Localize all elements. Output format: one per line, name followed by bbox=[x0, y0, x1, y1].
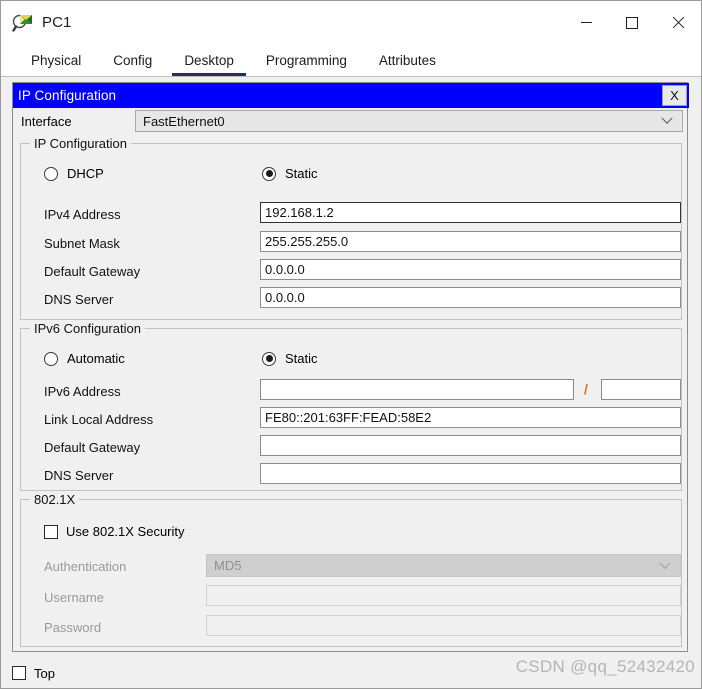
authentication-select: MD5 bbox=[206, 554, 681, 577]
subnet-mask-row: Subnet Mask 255.255.255.0 bbox=[21, 231, 681, 259]
ipv6-group-legend: IPv6 Configuration bbox=[30, 321, 145, 336]
radio-ipv4-static-indicator bbox=[262, 166, 276, 181]
ipv4-default-gateway-input[interactable]: 0.0.0.0 bbox=[260, 259, 681, 280]
authentication-label: Authentication bbox=[44, 559, 127, 574]
dialog-title: IP Configuration bbox=[18, 88, 117, 103]
subnet-mask-label: Subnet Mask bbox=[44, 236, 120, 251]
desktop-content: IP Configuration X Interface FastEtherne… bbox=[1, 77, 701, 688]
ipv6-dns-server-input[interactable] bbox=[260, 463, 681, 484]
maximize-icon bbox=[626, 16, 638, 29]
ipv6-dns-row: DNS Server bbox=[21, 463, 681, 491]
username-row: Username bbox=[21, 585, 681, 613]
ipv6-group: IPv6 Configuration Automatic Static IPv6… bbox=[20, 321, 682, 491]
window-controls bbox=[563, 1, 701, 44]
ip-configuration-panel: IP Configuration X Interface FastEtherne… bbox=[12, 82, 689, 652]
username-label: Username bbox=[44, 590, 104, 605]
tab-config[interactable]: Config bbox=[101, 53, 164, 76]
ipv4-group: IP Configuration DHCP Static IPv4 Addres… bbox=[20, 136, 682, 320]
ipv6-address-label: IPv6 Address bbox=[44, 384, 121, 399]
ipv6-default-gateway-label: Default Gateway bbox=[44, 440, 141, 455]
tab-programming[interactable]: Programming bbox=[254, 53, 359, 76]
ipv6-gateway-row: Default Gateway bbox=[21, 435, 681, 463]
ipv4-dns-server-input[interactable]: 0.0.0.0 bbox=[260, 287, 681, 308]
radio-automatic[interactable]: Automatic bbox=[44, 351, 125, 366]
radio-automatic-indicator bbox=[44, 351, 58, 366]
checkbox-indicator bbox=[12, 666, 26, 680]
use-8021x-security-checkbox[interactable]: Use 802.1X Security bbox=[44, 524, 185, 539]
interface-label: Interface bbox=[21, 114, 72, 129]
minimize-button[interactable] bbox=[563, 1, 609, 44]
interface-select[interactable]: FastEthernet0 bbox=[135, 110, 683, 132]
ipv6-mode-row: Automatic Static bbox=[21, 351, 681, 375]
dot1x-group-legend: 802.1X bbox=[30, 492, 80, 507]
dialog-header: IP Configuration X bbox=[13, 83, 689, 108]
ipv4-gateway-row: Default Gateway 0.0.0.0 bbox=[21, 259, 681, 287]
interface-row: Interface FastEthernet0 bbox=[13, 108, 689, 137]
password-row: Password bbox=[21, 615, 681, 643]
link-local-address-input[interactable]: FE80::201:63FF:FEAD:58E2 bbox=[260, 407, 681, 428]
ipv6-address-input[interactable] bbox=[260, 379, 574, 400]
radio-automatic-label: Automatic bbox=[67, 351, 125, 366]
radio-dhcp-indicator bbox=[44, 166, 58, 181]
password-input bbox=[206, 615, 681, 636]
ipv4-address-input[interactable]: 192.168.1.2 bbox=[260, 202, 681, 223]
radio-ipv6-static-label: Static bbox=[285, 351, 318, 366]
interface-value: FastEthernet0 bbox=[143, 113, 225, 129]
link-local-row: Link Local Address FE80::201:63FF:FEAD:5… bbox=[21, 407, 681, 435]
close-button[interactable] bbox=[655, 1, 701, 44]
username-input bbox=[206, 585, 681, 606]
window-title: PC1 bbox=[42, 14, 72, 31]
dot1x-group: 802.1X Use 802.1X Security Authenticatio… bbox=[20, 492, 682, 647]
use-8021x-security-label: Use 802.1X Security bbox=[66, 524, 185, 539]
minimize-icon bbox=[580, 22, 592, 23]
radio-dhcp[interactable]: DHCP bbox=[44, 166, 104, 181]
link-local-address-label: Link Local Address bbox=[44, 412, 154, 427]
ipv4-group-legend: IP Configuration bbox=[30, 136, 131, 151]
ipv4-address-row: IPv4 Address 192.168.1.2 bbox=[21, 202, 681, 230]
tab-physical[interactable]: Physical bbox=[19, 53, 93, 76]
ipv6-prefix-input[interactable] bbox=[601, 379, 681, 400]
radio-ipv4-static[interactable]: Static bbox=[262, 166, 318, 181]
radio-ipv6-static[interactable]: Static bbox=[262, 351, 318, 366]
dialog-close-button[interactable]: X bbox=[662, 85, 687, 106]
ipv6-address-row: IPv6 Address / bbox=[21, 379, 681, 407]
top-label: Top bbox=[34, 665, 55, 681]
tab-bar: Physical Config Desktop Programming Attr… bbox=[1, 44, 701, 77]
ipv4-default-gateway-label: Default Gateway bbox=[44, 264, 141, 279]
ipv4-address-label: IPv4 Address bbox=[44, 207, 121, 222]
tab-desktop[interactable]: Desktop bbox=[172, 53, 246, 76]
close-icon bbox=[672, 17, 684, 29]
maximize-button[interactable] bbox=[609, 1, 655, 44]
top-checkbox[interactable]: Top bbox=[12, 666, 55, 681]
ipv4-dns-row: DNS Server 0.0.0.0 bbox=[21, 287, 681, 315]
radio-ipv6-static-indicator bbox=[262, 351, 276, 366]
password-label: Password bbox=[44, 620, 102, 635]
csdn-watermark: CSDN @qq_52432420 bbox=[515, 657, 695, 676]
ipv4-dns-server-label: DNS Server bbox=[44, 292, 114, 307]
ipv6-default-gateway-input[interactable] bbox=[260, 435, 681, 456]
tab-attributes[interactable]: Attributes bbox=[367, 53, 448, 76]
authentication-value: MD5 bbox=[214, 558, 242, 573]
chevron-down-icon bbox=[657, 112, 682, 125]
ipv4-mode-row: DHCP Static bbox=[21, 166, 681, 190]
subnet-mask-input[interactable]: 255.255.255.0 bbox=[260, 231, 681, 252]
ipv6-prefix-separator: / bbox=[584, 381, 588, 397]
ipv6-dns-server-label: DNS Server bbox=[44, 468, 114, 483]
authentication-row: Authentication MD5 bbox=[21, 554, 681, 582]
chevron-down-icon bbox=[655, 557, 680, 570]
radio-dhcp-label: DHCP bbox=[67, 166, 104, 181]
title-bar-left: PC1 bbox=[1, 12, 71, 34]
title-bar: PC1 bbox=[1, 1, 701, 44]
checkbox-indicator bbox=[44, 524, 58, 539]
pc1-window: PC1 Physical Config Desktop Programming … bbox=[0, 0, 702, 689]
radio-ipv4-static-label: Static bbox=[285, 166, 318, 181]
packet-tracer-inspect-icon bbox=[12, 12, 34, 34]
